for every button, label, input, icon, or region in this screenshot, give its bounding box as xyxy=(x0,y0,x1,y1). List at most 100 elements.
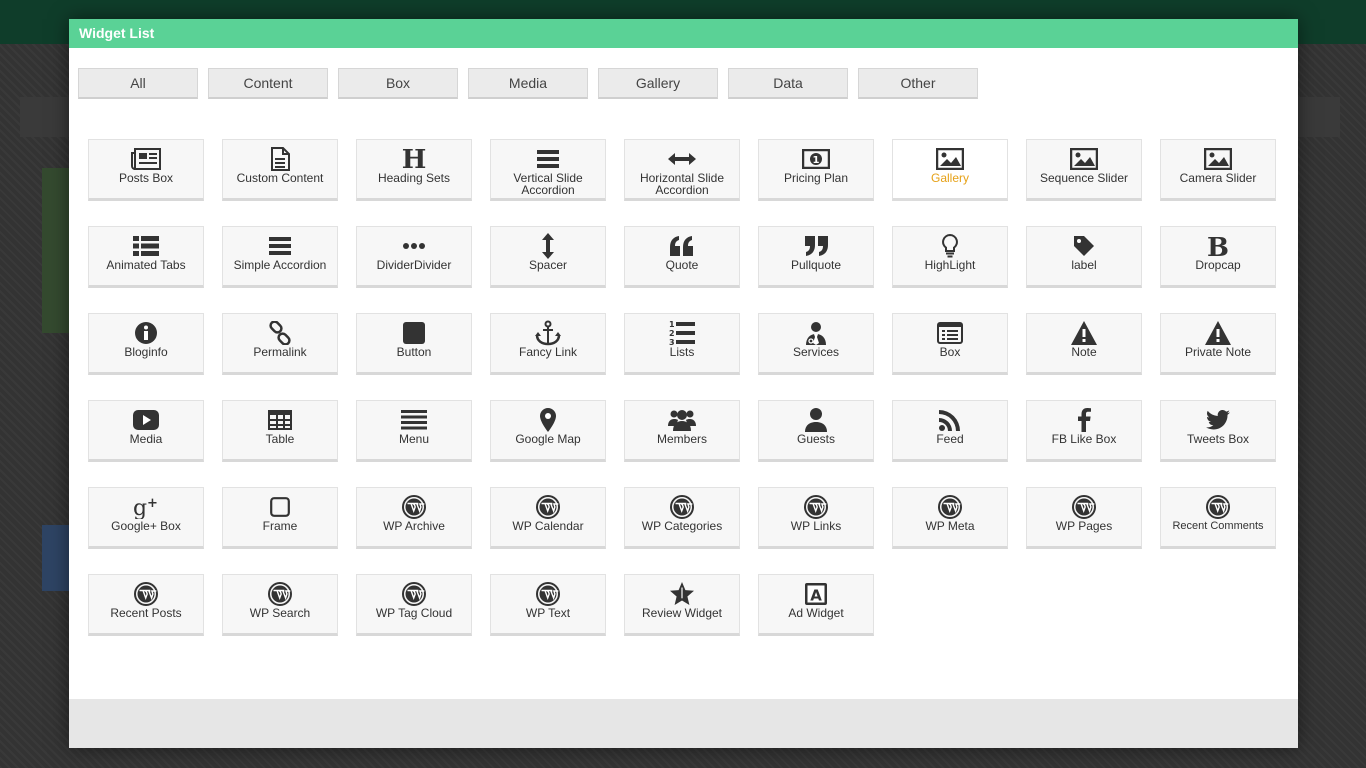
widget-tile-guests[interactable]: Guests xyxy=(758,400,874,462)
widget-label: Menu xyxy=(398,432,430,446)
widget-tile-posts-box[interactable]: Posts Box xyxy=(88,139,204,201)
widget-label: WP Categories xyxy=(641,519,723,533)
widget-tile-bloginfo[interactable]: Bloginfo xyxy=(88,313,204,375)
widget-tile-wp-links[interactable]: WP Links xyxy=(758,487,874,549)
widget-label: Gallery xyxy=(930,171,969,185)
widget-tile-sequence-slider[interactable]: Sequence Slider xyxy=(1026,139,1142,201)
widget-tile-note[interactable]: Note xyxy=(1026,313,1142,375)
widget-label: Dropcap xyxy=(1195,258,1241,272)
widget-tile-box[interactable]: Box xyxy=(892,313,1008,375)
widget-tile-fb-like-box[interactable]: FB Like Box xyxy=(1026,400,1142,462)
widget-label: Box xyxy=(939,345,961,359)
widget-tile-members[interactable]: Members xyxy=(624,400,740,462)
filter-button-gallery[interactable]: Gallery xyxy=(598,68,718,99)
anchor-icon xyxy=(535,320,561,346)
widget-tile-google-box[interactable]: g + Google+ Box xyxy=(88,487,204,549)
wordpress-icon xyxy=(804,495,828,519)
ellipsis-icon xyxy=(403,234,425,258)
widget-tile-tweets-box[interactable]: Tweets Box xyxy=(1160,400,1276,462)
square-icon xyxy=(403,321,425,345)
filter-button-data[interactable]: Data xyxy=(728,68,848,99)
widget-tile-dividerdivider[interactable]: DividerDivider xyxy=(356,226,472,288)
widget-tile-table[interactable]: Table xyxy=(222,400,338,462)
widget-tile-label[interactable]: label xyxy=(1026,226,1142,288)
widget-label: WP Calendar xyxy=(512,519,584,533)
info-icon xyxy=(135,321,157,345)
filter-button-box[interactable]: Box xyxy=(338,68,458,99)
lightbulb-icon xyxy=(942,234,958,258)
widget-tile-menu[interactable]: Menu xyxy=(356,400,472,462)
widget-tile-pricing-plan[interactable]: 1 Pricing Plan xyxy=(758,139,874,201)
facebook-icon xyxy=(1077,408,1091,432)
widget-tile-button[interactable]: Button xyxy=(356,313,472,375)
widget-tile-vertical-slide-accordion[interactable]: Vertical Slide Accordion xyxy=(490,139,606,201)
widget-tile-wp-tag-cloud[interactable]: WP Tag Cloud xyxy=(356,574,472,636)
widget-tile-dropcap[interactable]: B Dropcap xyxy=(1160,226,1276,288)
widget-tile-media[interactable]: Media xyxy=(88,400,204,462)
widget-tile-google-map[interactable]: Google Map xyxy=(490,400,606,462)
tag-icon xyxy=(1073,234,1095,258)
widget-tile-recent-posts[interactable]: Recent Posts xyxy=(88,574,204,636)
widget-label: Table xyxy=(265,432,295,446)
widget-tile-gallery[interactable]: Gallery xyxy=(892,139,1008,201)
widget-tile-private-note[interactable]: Private Note xyxy=(1160,313,1276,375)
modal-footer xyxy=(69,699,1298,748)
widget-label: Lists xyxy=(669,345,695,359)
widget-tile-fancy-link[interactable]: Fancy Link xyxy=(490,313,606,375)
widget-tile-lists[interactable]: 1 2 3 Lists xyxy=(624,313,740,375)
widget-tile-frame[interactable]: Frame xyxy=(222,487,338,549)
widget-label: WP Pages xyxy=(1055,519,1113,533)
background-image-thumb xyxy=(42,525,70,591)
filter-button-content[interactable]: Content xyxy=(208,68,328,99)
widget-tile-quote[interactable]: Quote xyxy=(624,226,740,288)
widget-tile-feed[interactable]: Feed xyxy=(892,400,1008,462)
wordpress-icon xyxy=(134,582,158,606)
widget-label: FB Like Box xyxy=(1051,432,1117,446)
wordpress-icon xyxy=(402,582,426,606)
widget-tile-wp-pages[interactable]: WP Pages xyxy=(1026,487,1142,549)
heading-icon: H xyxy=(402,147,426,171)
widget-tile-highlight[interactable]: HighLight xyxy=(892,226,1008,288)
widget-tile-permalink[interactable]: Permalink xyxy=(222,313,338,375)
widget-tile-wp-text[interactable]: WP Text xyxy=(490,574,606,636)
widget-tile-services[interactable]: Services xyxy=(758,313,874,375)
widget-label: Custom Content xyxy=(236,171,324,185)
widget-tile-wp-calendar[interactable]: WP Calendar xyxy=(490,487,606,549)
widget-tile-review-widget[interactable]: Review Widget xyxy=(624,574,740,636)
widget-tile-spacer[interactable]: Spacer xyxy=(490,226,606,288)
widget-tile-animated-tabs[interactable]: Animated Tabs xyxy=(88,226,204,288)
list-icon xyxy=(133,234,159,258)
wordpress-icon xyxy=(536,582,560,606)
widget-label: DividerDivider xyxy=(376,258,452,272)
widget-label: Bloginfo xyxy=(124,345,168,359)
widget-tile-simple-accordion[interactable]: Simple Accordion xyxy=(222,226,338,288)
widget-label: WP Text xyxy=(525,606,571,620)
widget-tile-wp-search[interactable]: WP Search xyxy=(222,574,338,636)
widget-label: Recent Posts xyxy=(110,606,182,620)
widget-label: WP Links xyxy=(790,519,842,533)
filter-button-media[interactable]: Media xyxy=(468,68,588,99)
svg-text:1: 1 xyxy=(813,155,820,166)
widget-tile-recent-comments[interactable]: Recent Comments xyxy=(1160,487,1276,549)
star-icon xyxy=(669,582,695,606)
table-icon xyxy=(268,408,292,432)
user-tie-icon xyxy=(805,321,827,345)
filter-button-all[interactable]: All xyxy=(78,68,198,99)
widget-tile-wp-categories[interactable]: WP Categories xyxy=(624,487,740,549)
widget-tile-camera-slider[interactable]: Camera Slider xyxy=(1160,139,1276,201)
filter-button-other[interactable]: Other xyxy=(858,68,978,99)
wordpress-icon xyxy=(670,495,694,519)
widget-tile-custom-content[interactable]: Custom Content xyxy=(222,139,338,201)
wordpress-icon xyxy=(1072,495,1096,519)
widget-tile-wp-archive[interactable]: WP Archive xyxy=(356,487,472,549)
widget-label: Button xyxy=(396,345,432,359)
horizontal-arrows-icon xyxy=(668,147,696,171)
widget-label: Animated Tabs xyxy=(106,258,186,272)
widget-tile-wp-meta[interactable]: WP Meta xyxy=(892,487,1008,549)
widget-tile-heading-sets[interactable]: H Heading Sets xyxy=(356,139,472,201)
svg-text:B: B xyxy=(1207,234,1229,258)
widget-tile-horizontal-slide-accordion[interactable]: Horizontal Slide Accordion xyxy=(624,139,740,201)
widget-tile-pullquote[interactable]: Pullquote xyxy=(758,226,874,288)
widget-tile-ad-widget[interactable]: A Ad Widget xyxy=(758,574,874,636)
widget-label: Google Map xyxy=(515,432,581,446)
